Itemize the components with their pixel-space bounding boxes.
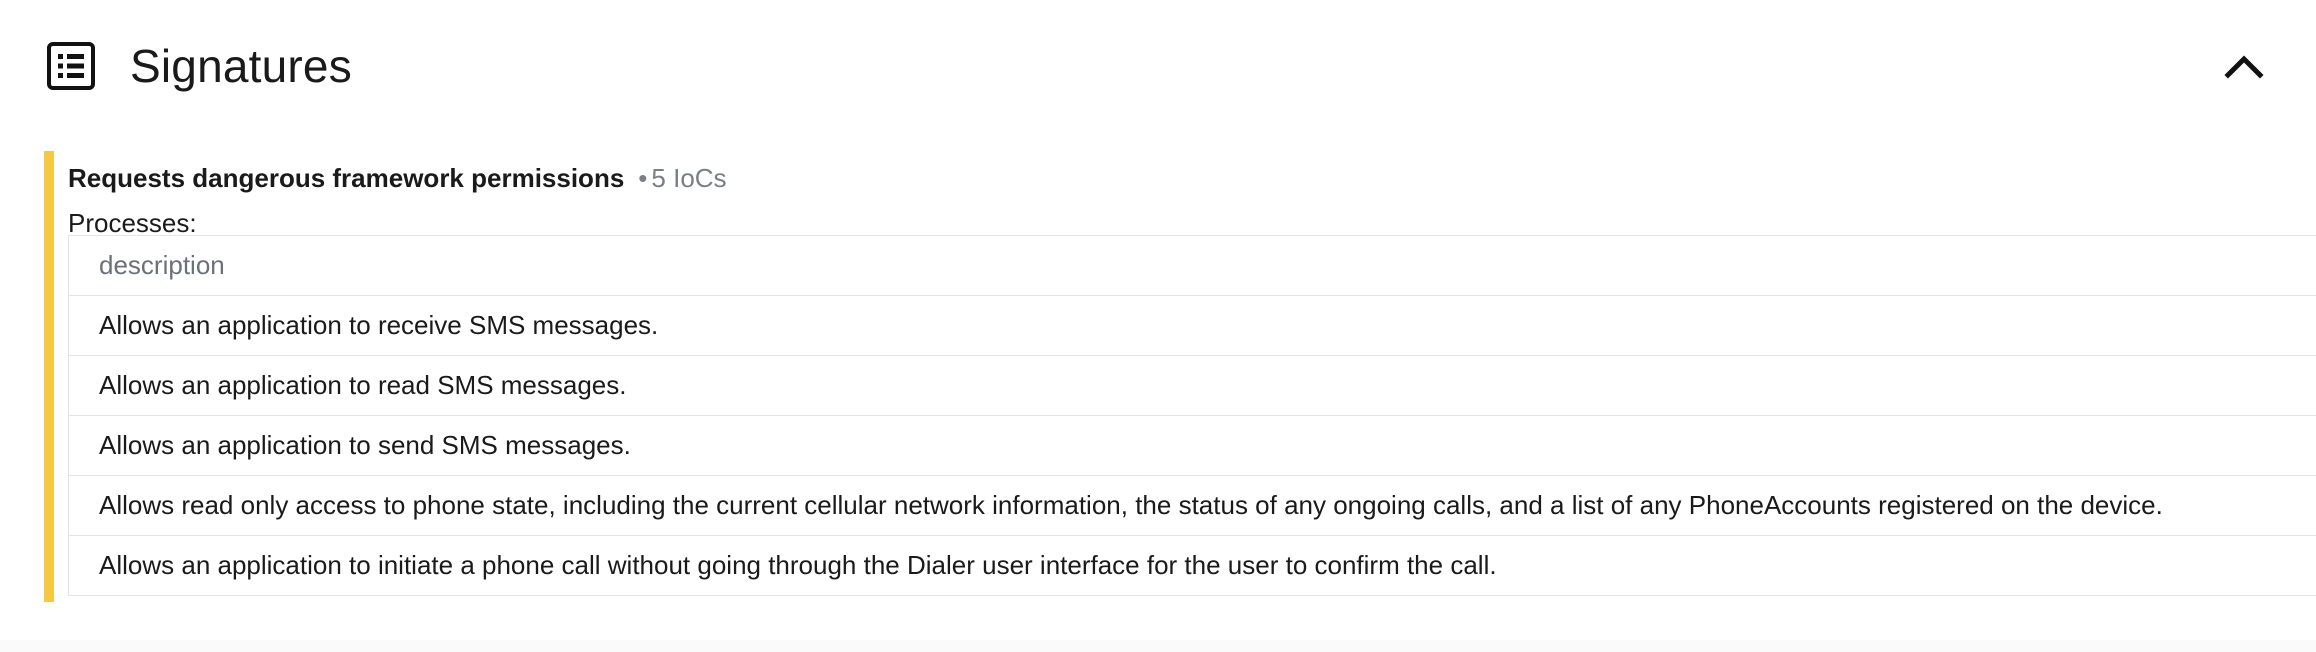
severity-accent-bar <box>44 151 54 602</box>
section-header: Signatures <box>46 30 352 102</box>
table-header-description: description <box>69 236 2316 296</box>
signature-name: Requests dangerous framework permissions <box>68 163 625 193</box>
section-bottom-edge <box>0 640 2316 652</box>
table-row: Allows an application to receive SMS mes… <box>69 296 2316 356</box>
separator-dot: • <box>638 163 648 193</box>
table-row: Allows an application to send SMS messag… <box>69 416 2316 476</box>
collapse-button[interactable] <box>2220 44 2268 92</box>
ioc-count: 5 IoCs <box>651 163 727 193</box>
signature-card: Requests dangerous framework permissions… <box>44 151 2316 602</box>
list-icon <box>46 41 96 91</box>
processes-table: description Allows an application to rec… <box>68 235 2316 596</box>
chevron-up-icon <box>2224 53 2264 84</box>
table-row: Allows an application to read SMS messag… <box>69 356 2316 416</box>
section-title: Signatures <box>130 40 352 92</box>
signature-heading: Requests dangerous framework permissions… <box>68 161 727 195</box>
table-row: Allows read only access to phone state, … <box>69 476 2316 536</box>
signatures-section: Signatures Requests dangerous framework … <box>0 0 2316 652</box>
table-row: Allows an application to initiate a phon… <box>69 536 2316 596</box>
